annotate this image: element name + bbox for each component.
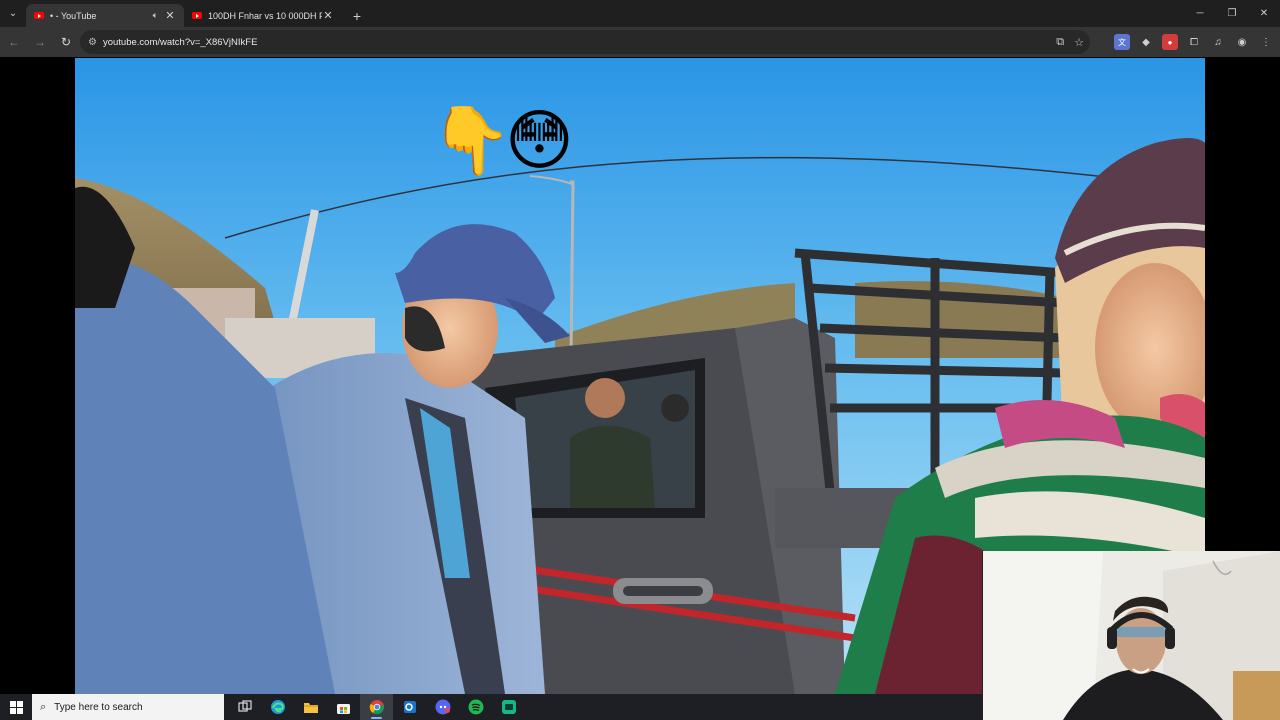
arrow-right-icon: → — [34, 35, 46, 49]
windows-logo-icon — [9, 700, 23, 714]
record-icon[interactable]: ● — [1162, 34, 1178, 50]
site-info-icon[interactable]: ⚙︎ — [88, 37, 97, 48]
close-window-icon[interactable]: ✕ — [1248, 0, 1280, 27]
chevron-down-icon: ⌄ — [8, 8, 18, 19]
speaker-icon[interactable]: 🔈︎ — [153, 10, 158, 21]
discord-icon[interactable] — [426, 694, 459, 720]
search-icon: ⌕ — [40, 700, 47, 713]
windows-taskbar: ⌕ Type here to search — [0, 694, 982, 720]
profile-icon[interactable]: ◉ — [1234, 34, 1250, 50]
flushed-face-emoji: 😳 — [505, 102, 574, 179]
reload-icon: ↻ — [60, 35, 72, 49]
window-controls: ─ ❐ ✕ — [1184, 0, 1280, 27]
new-tab-button[interactable]: + — [344, 4, 370, 27]
taskbar-search-input[interactable]: ⌕ Type here to search — [32, 694, 224, 720]
webcam-scene — [983, 551, 1280, 720]
puzzle-icon[interactable]: ⧠ — [1186, 34, 1202, 50]
address-bar[interactable]: ⚙︎ youtube.com/watch?v=_X86VjNIkFE ⧉ ☆ — [80, 30, 1090, 54]
webcam-overlay — [982, 551, 1280, 720]
search-placeholder: Type here to search — [54, 701, 143, 713]
tab-youtube[interactable]: • - YouTube 🔈︎ ✕ — [26, 4, 184, 27]
back-button[interactable]: ← — [2, 30, 26, 54]
omnibox-actions: ⧉ ☆ — [1056, 30, 1084, 54]
media-icon[interactable]: ♫ — [1210, 34, 1226, 50]
youtube-icon — [34, 12, 44, 19]
tab-search-button[interactable]: ⌄ — [0, 0, 26, 27]
tab-bar: ⌄ • - YouTube 🔈︎ ✕ 100DH Fnhar vs 10 000… — [0, 0, 1280, 27]
install-app-icon[interactable]: ⧉ — [1056, 36, 1064, 49]
forward-button[interactable]: → — [28, 30, 52, 54]
chrome-icon[interactable] — [360, 694, 393, 720]
file-explorer-icon[interactable] — [294, 694, 327, 720]
task-view-icon[interactable] — [228, 694, 261, 720]
close-tab-icon[interactable]: ✕ — [322, 9, 334, 22]
spotify-icon[interactable] — [459, 694, 492, 720]
start-button[interactable] — [0, 694, 32, 720]
tab-title: • - YouTube — [50, 10, 97, 21]
store-icon[interactable] — [327, 694, 360, 720]
taskbar-apps — [228, 694, 525, 720]
extensions-area: 文 ◆ ● ⧠ ♫ ◉ ⋮ — [1114, 27, 1274, 57]
minimize-icon[interactable]: ─ — [1184, 0, 1216, 27]
browser-toolbar: ← → ↻ ⚙︎ youtube.com/watch?v=_X86VjNIkFE… — [0, 27, 1280, 57]
bookmark-star-icon[interactable]: ☆ — [1074, 36, 1084, 49]
outlook-icon[interactable] — [393, 694, 426, 720]
reload-button[interactable]: ↻ — [54, 30, 78, 54]
diamond-icon[interactable]: ◆ — [1138, 34, 1154, 50]
restore-icon[interactable]: ❐ — [1216, 0, 1248, 27]
tab-title: 100DH Fnhar vs 10 000DH Fnhar — [208, 10, 322, 21]
tab-second-video[interactable]: 100DH Fnhar vs 10 000DH Fnhar ✕ — [184, 4, 342, 27]
edge-icon[interactable] — [261, 694, 294, 720]
pointing-down-emoji: 👇 — [430, 102, 512, 180]
youtube-icon — [192, 12, 202, 19]
url-text: youtube.com/watch?v=_X86VjNIkFE — [102, 36, 258, 48]
menu-icon[interactable]: ⋮ — [1258, 34, 1274, 50]
translate-icon[interactable]: 文 — [1114, 34, 1130, 50]
close-tab-icon[interactable]: ✕ — [164, 9, 176, 22]
app-icon[interactable] — [492, 694, 525, 720]
arrow-left-icon: ← — [8, 35, 20, 49]
